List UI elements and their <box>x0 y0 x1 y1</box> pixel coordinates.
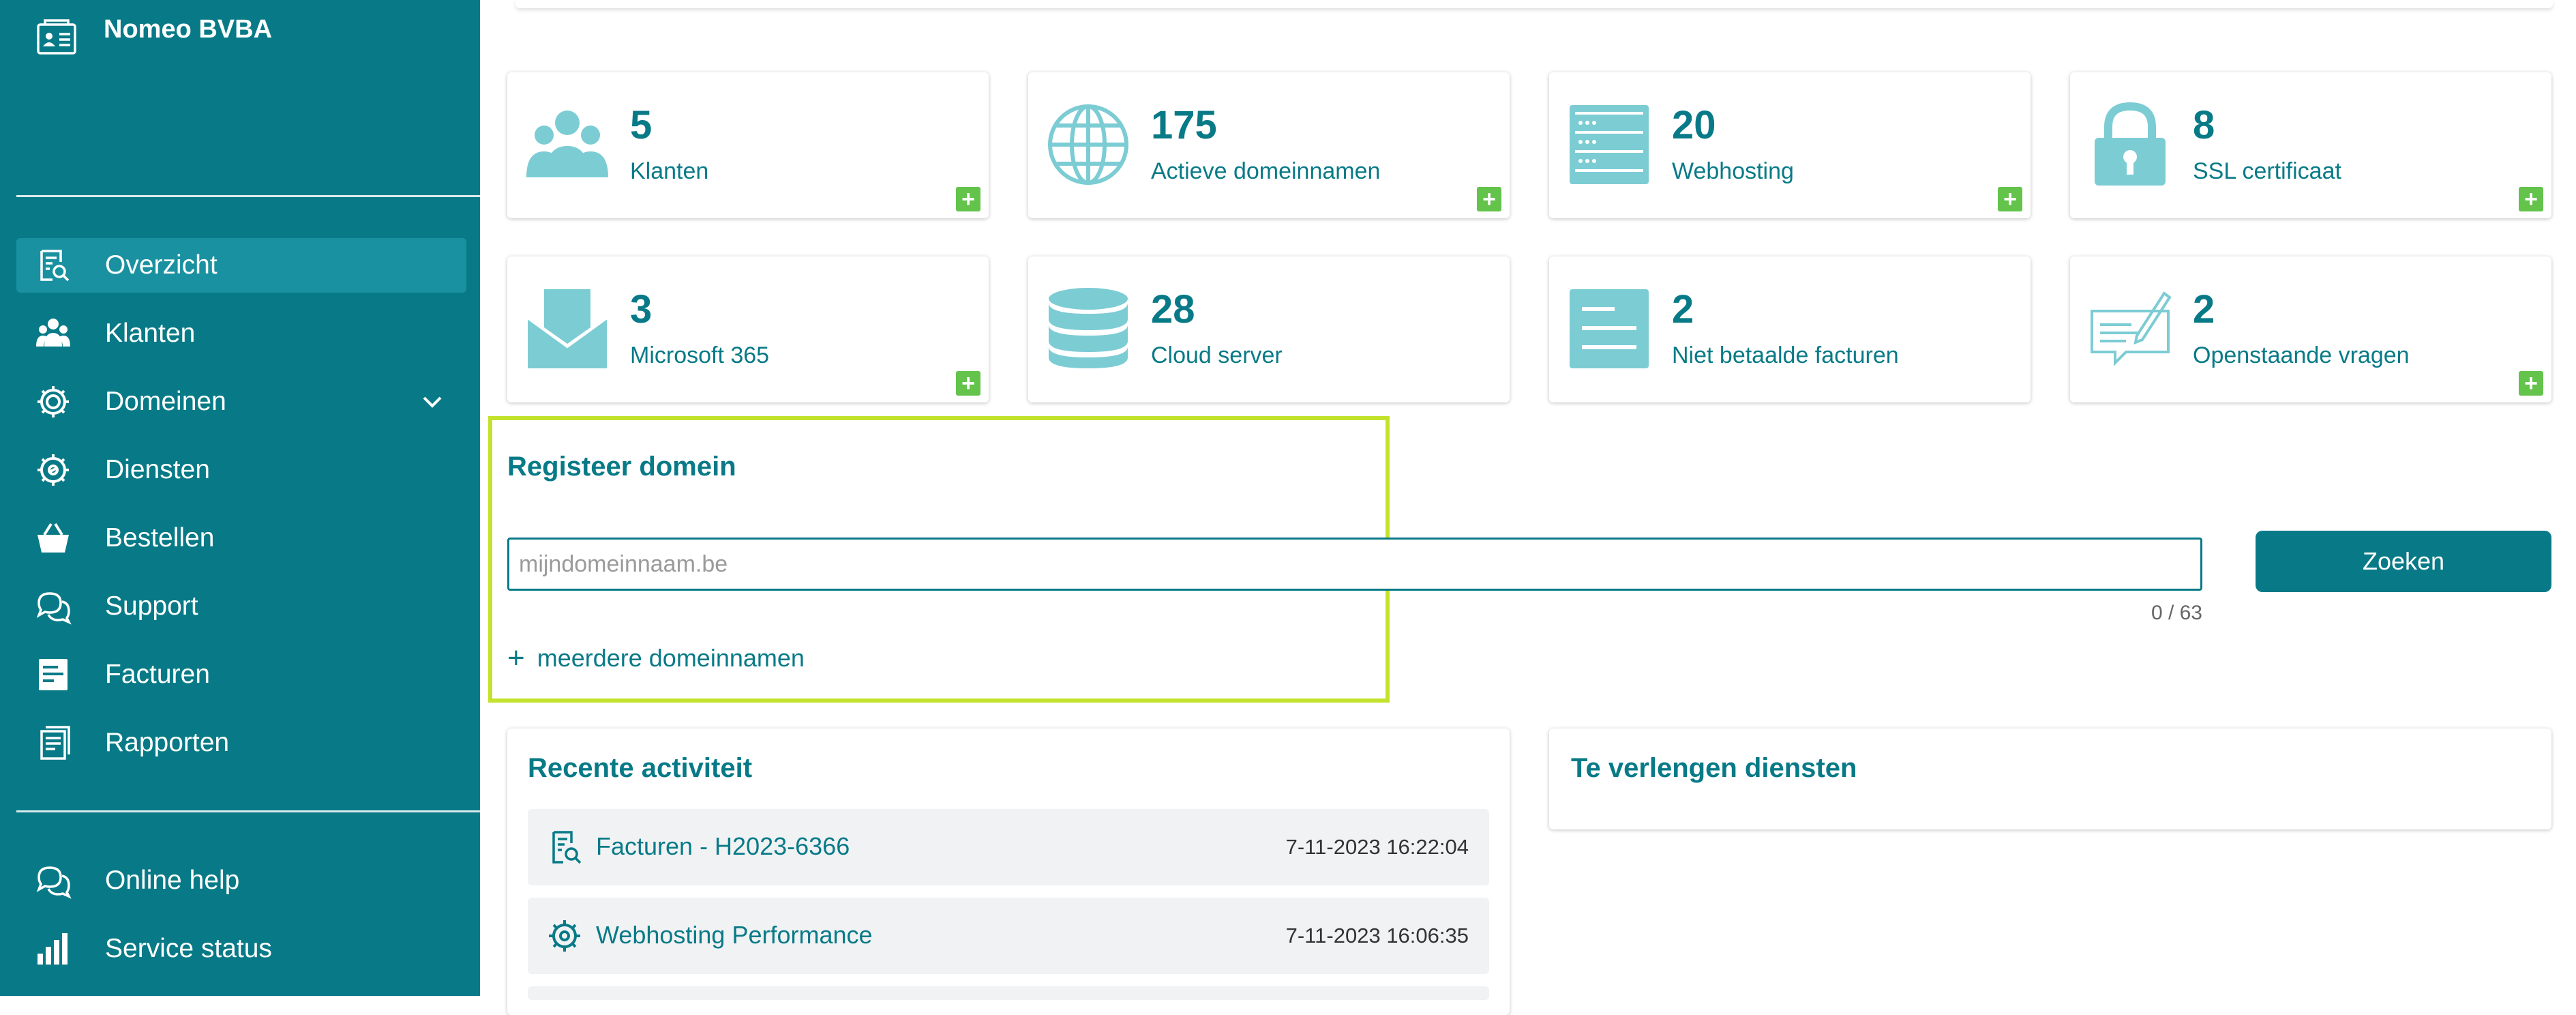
card-domeinnamen[interactable]: 175 Actieve domeinnamen + <box>1028 72 1510 218</box>
sidebar-item-label: Support <box>105 591 198 621</box>
sidebar-item-label: Bestellen <box>105 523 215 553</box>
gear-icon <box>545 917 584 955</box>
sidebar-item-label: Diensten <box>105 455 210 484</box>
server-icon <box>1567 102 1651 187</box>
chevron-down-icon[interactable] <box>419 388 446 415</box>
card-value: 3 <box>630 287 653 332</box>
invoice-icon <box>34 656 72 694</box>
activity-title: Webhosting Performance <box>596 921 873 949</box>
sidebar-item-support[interactable]: Support <box>16 579 466 634</box>
activity-date: 7-11-2023 16:22:04 <box>1285 835 1469 859</box>
card-value: 5 <box>630 103 653 147</box>
card-ssl[interactable]: 8 SSL certificaat + <box>2070 72 2551 218</box>
card-openstaande-vragen[interactable]: 2 Openstaande vragen + <box>2070 256 2551 402</box>
sidebar-item-label: Overzicht <box>105 250 218 280</box>
card-niet-betaalde-facturen[interactable]: 2 Niet betaalde facturen <box>1549 256 2031 402</box>
gear-icon <box>34 383 72 421</box>
activity-title: Facturen - H2023-6366 <box>596 832 850 860</box>
add-button[interactable]: + <box>956 187 980 211</box>
activity-row[interactable] <box>528 986 1489 1000</box>
lock-icon <box>2088 102 2172 187</box>
sidebar-item-label: Klanten <box>105 319 196 348</box>
card-label: Klanten <box>630 158 709 184</box>
card-label: Cloud server <box>1151 342 1283 368</box>
sidebar-item-domeinen[interactable]: Domeinen <box>16 374 466 429</box>
sidebar-item-bestellen[interactable]: Bestellen <box>16 511 466 565</box>
sidebar: Nomeo BVBA Overzicht Klanten Domeinen Di… <box>0 0 480 996</box>
card-label: Niet betaalde facturen <box>1672 342 1899 368</box>
search-button[interactable]: Zoeken <box>2256 531 2551 592</box>
card-webhosting[interactable]: 20 Webhosting + <box>1549 72 2031 218</box>
sidebar-item-klanten[interactable]: Klanten <box>16 306 466 361</box>
card-value: 175 <box>1151 103 1217 147</box>
add-button[interactable]: + <box>956 371 980 396</box>
add-button[interactable]: + <box>2519 371 2543 396</box>
more-domains-link[interactable]: + meerdere domeinnamen <box>507 641 805 675</box>
card-cloud-server[interactable]: 28 Cloud server <box>1028 256 1510 402</box>
card-label: SSL certificaat <box>2193 158 2341 184</box>
card-value: 2 <box>1672 287 1694 332</box>
sidebar-divider <box>16 810 480 812</box>
chat-icon <box>34 587 72 626</box>
globe-icon <box>1046 102 1130 187</box>
top-panel <box>515 0 2553 8</box>
document-icon <box>1567 286 1651 371</box>
sidebar-item-diensten[interactable]: Diensten <box>16 443 466 497</box>
sidebar-header: Nomeo BVBA <box>35 15 272 57</box>
sidebar-item-online-help[interactable]: Online help <box>16 853 466 908</box>
card-label: Webhosting <box>1672 158 1794 184</box>
database-icon <box>1046 286 1130 371</box>
sidebar-item-label: Online help <box>105 866 240 895</box>
id-card-icon <box>35 18 78 57</box>
card-klanten[interactable]: 5 Klanten + <box>507 72 989 218</box>
sidebar-item-service-status[interactable]: Service status <box>16 922 466 976</box>
card-label: Openstaande vragen <box>2193 342 2410 368</box>
mail-icon <box>525 286 610 371</box>
bar-chart-icon <box>34 930 72 968</box>
question-chat-icon <box>2088 286 2172 371</box>
users-icon <box>525 102 610 187</box>
card-value: 8 <box>2193 103 2215 147</box>
more-domains-label: meerdere domeinnamen <box>537 644 805 672</box>
overview-icon <box>34 246 72 284</box>
sidebar-item-label: Rapporten <box>105 728 230 757</box>
invoice-search-icon <box>545 828 584 866</box>
basket-icon <box>34 519 72 557</box>
register-title: Registeer domein <box>507 452 736 482</box>
card-value: 28 <box>1151 287 1195 332</box>
add-button[interactable]: + <box>1477 187 1501 211</box>
company-name: Nomeo BVBA <box>104 15 273 44</box>
renew-services-title: Te verlengen diensten <box>1571 753 1857 783</box>
add-button[interactable]: + <box>1998 187 2022 211</box>
add-button[interactable]: + <box>2519 187 2543 211</box>
card-value: 2 <box>2193 287 2215 332</box>
sidebar-item-label: Service status <box>105 934 272 963</box>
sidebar-item-label: Domeinen <box>105 387 226 416</box>
users-icon <box>34 314 72 353</box>
sidebar-item-label: Facturen <box>105 660 210 689</box>
char-counter: 0 / 63 <box>2151 602 2202 624</box>
plus-icon: + <box>507 641 525 675</box>
help-chat-icon <box>34 862 72 900</box>
activity-row[interactable]: Webhosting Performance 7-11-2023 16:06:3… <box>528 898 1489 974</box>
sidebar-divider <box>16 195 480 197</box>
card-label: Actieve domeinnamen <box>1151 158 1381 184</box>
sidebar-item-rapporten[interactable]: Rapporten <box>16 716 466 770</box>
activity-date: 7-11-2023 16:06:35 <box>1285 924 1469 947</box>
card-label: Microsoft 365 <box>630 342 770 368</box>
reports-icon <box>34 724 72 762</box>
card-microsoft365[interactable]: 3 Microsoft 365 + <box>507 256 989 402</box>
sidebar-item-facturen[interactable]: Facturen <box>16 647 466 702</box>
sidebar-item-overzicht[interactable]: Overzicht <box>16 238 466 293</box>
domain-search-input[interactable] <box>507 538 2202 591</box>
recent-activity-title: Recente activiteit <box>528 753 753 783</box>
activity-row[interactable]: Facturen - H2023-6366 7-11-2023 16:22:04 <box>528 809 1489 885</box>
gear-services-icon <box>34 451 72 489</box>
card-value: 20 <box>1672 103 1716 147</box>
